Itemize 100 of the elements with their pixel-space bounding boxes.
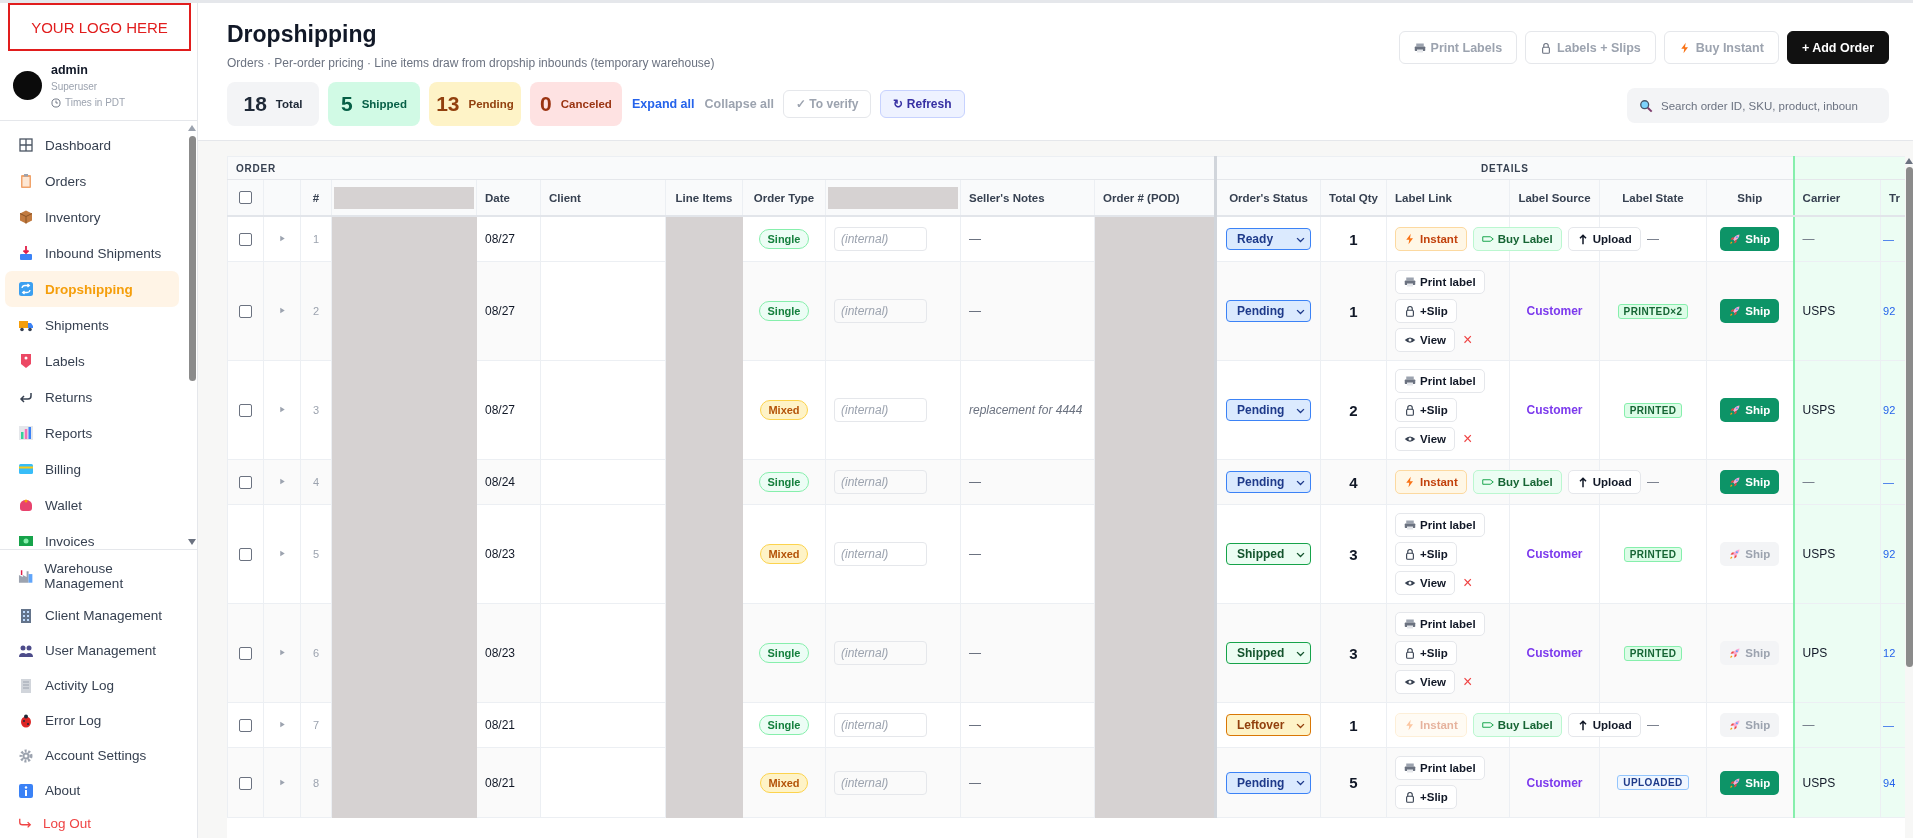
logo-placeholder[interactable]: YOUR LOGO HERE [8, 3, 191, 52]
label-button[interactable]: View [1395, 670, 1456, 694]
label-button[interactable]: Buy Label [1472, 713, 1562, 737]
label-button[interactable]: Print label [1395, 270, 1485, 294]
status-select[interactable]: Pending [1226, 471, 1312, 493]
nav-item[interactable]: Account Settings [5, 738, 189, 774]
search-input[interactable]: Search order ID, SKU, product, inboun [1661, 99, 1881, 112]
nav-item[interactable]: Warehouse Management [5, 554, 189, 599]
expand-icon[interactable] [277, 648, 287, 657]
label-button[interactable]: +Slip [1395, 299, 1457, 323]
label-button[interactable]: Print label [1395, 513, 1485, 537]
status-select[interactable]: Pending [1226, 399, 1312, 421]
internal-note-field[interactable]: (internal) [834, 227, 927, 251]
nav-item[interactable]: About [5, 773, 189, 809]
nav-item[interactable]: Inbound Shipments [5, 235, 179, 272]
label-button[interactable]: +Slip [1395, 641, 1457, 665]
toolbar-button[interactable]: ↻ Refresh [880, 90, 965, 118]
internal-note-field[interactable]: (internal) [834, 299, 927, 323]
ship-button[interactable]: Ship [1720, 470, 1780, 494]
nav-item[interactable]: Activity Log [5, 668, 189, 704]
order-type-badge: Single [759, 472, 809, 492]
nav-item[interactable]: Client Management [5, 598, 189, 634]
select-all-checkbox[interactable] [239, 191, 252, 205]
label-button[interactable]: +Slip [1395, 542, 1457, 566]
status-select[interactable]: Pending [1226, 300, 1312, 322]
nav-item[interactable]: Orders [5, 163, 179, 200]
ship-button[interactable]: Ship [1720, 398, 1780, 422]
logout-link[interactable]: Log Out [0, 808, 197, 838]
label-button[interactable]: Print label [1395, 369, 1485, 393]
label-button[interactable]: Instant [1395, 227, 1467, 251]
lock-icon [1404, 404, 1417, 416]
search-field[interactable]: Search order ID, SKU, product, inboun [1627, 88, 1889, 123]
expand-icon[interactable] [277, 405, 287, 414]
rocket-icon [1729, 647, 1742, 659]
expand-icon[interactable] [277, 306, 287, 315]
label-button[interactable]: Buy Label [1472, 470, 1562, 494]
internal-note-field[interactable]: (internal) [834, 398, 927, 422]
label-button[interactable]: +Slip [1395, 398, 1457, 422]
label-button[interactable]: Upload [1567, 227, 1641, 251]
label-button[interactable]: View [1395, 427, 1456, 451]
action-button[interactable]: + Add Order [1786, 31, 1889, 64]
row-checkbox[interactable] [239, 404, 252, 418]
remove-button[interactable]: × [1461, 430, 1475, 448]
row-checkbox[interactable] [239, 233, 252, 247]
ship-button[interactable]: Ship [1720, 227, 1780, 251]
status-select[interactable]: Pending [1226, 771, 1312, 794]
nav-item[interactable]: Error Log [5, 703, 189, 739]
row-checkbox[interactable] [239, 548, 252, 562]
nav-item[interactable]: Wallet [5, 487, 179, 524]
scroll-up-arrow-icon[interactable] [188, 125, 196, 132]
label-source-text: Customer [1526, 646, 1583, 660]
expand-icon[interactable] [277, 777, 287, 787]
nav-item[interactable]: Inventory [5, 199, 179, 236]
row-checkbox[interactable] [239, 305, 252, 319]
toolbar-link[interactable]: Expand all [632, 97, 695, 111]
label-button[interactable]: +Slip [1395, 785, 1457, 809]
label-button[interactable]: View [1395, 328, 1456, 352]
nav-item[interactable]: Returns [5, 379, 179, 416]
nav-item[interactable]: Dashboard [5, 127, 179, 164]
ship-button[interactable]: Ship [1720, 770, 1780, 795]
label-button[interactable]: View [1395, 571, 1456, 595]
expand-icon[interactable] [277, 234, 287, 243]
expand-icon[interactable] [277, 549, 287, 558]
row-checkbox[interactable] [239, 719, 252, 733]
label-button[interactable]: Print label [1395, 612, 1485, 636]
row-checkbox[interactable] [239, 647, 252, 661]
status-select[interactable]: Leftover [1226, 714, 1312, 736]
nav-item[interactable]: Billing [5, 451, 179, 488]
status-select[interactable]: Ready [1226, 228, 1312, 250]
internal-note-field[interactable]: (internal) [834, 470, 927, 494]
label-button[interactable]: Instant [1395, 470, 1467, 494]
nav-item[interactable]: Shipments [5, 307, 179, 344]
lock-icon [1404, 548, 1417, 560]
empty-dash: — [1647, 718, 1660, 732]
remove-button[interactable]: × [1461, 331, 1475, 349]
expand-icon[interactable] [277, 477, 287, 486]
internal-note-field[interactable]: (internal) [834, 542, 927, 566]
expand-icon[interactable] [277, 720, 287, 729]
label-button[interactable]: Upload [1567, 713, 1641, 737]
internal-note-field[interactable]: (internal) [834, 713, 927, 737]
label-button[interactable]: Print label [1395, 756, 1485, 780]
row-checkbox[interactable] [239, 476, 252, 490]
internal-note-field[interactable]: (internal) [834, 641, 927, 665]
nav-item[interactable]: Invoices [5, 523, 179, 550]
remove-button[interactable]: × [1461, 673, 1475, 691]
row-checkbox[interactable] [239, 776, 252, 790]
remove-button[interactable]: × [1461, 574, 1475, 592]
scroll-up-arrow-icon[interactable] [1905, 158, 1913, 164]
nav-item[interactable]: User Management [5, 633, 189, 669]
ship-button[interactable]: Ship [1720, 299, 1780, 323]
label-button[interactable]: Upload [1567, 470, 1641, 494]
status-select[interactable]: Shipped [1226, 642, 1312, 664]
label-button[interactable]: Buy Label [1472, 227, 1562, 251]
lock-icon [1540, 41, 1553, 54]
status-select[interactable]: Shipped [1226, 543, 1312, 565]
tag-icon [18, 353, 34, 370]
scroll-down-arrow-icon[interactable] [188, 539, 196, 546]
nav-item[interactable]: Labels [5, 343, 179, 380]
internal-note-field[interactable]: (internal) [834, 770, 927, 795]
nav-item[interactable]: Reports [5, 415, 179, 452]
